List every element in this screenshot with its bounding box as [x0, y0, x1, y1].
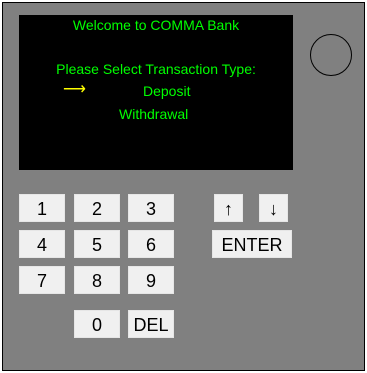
enter-button[interactable]: ENTER: [212, 230, 292, 258]
option-withdrawal: Withdrawal: [119, 106, 189, 122]
atm-panel: Welcome to COMMA Bank Please Select Tran…: [2, 2, 365, 371]
down-arrow-button[interactable]: ↓: [259, 194, 288, 222]
key-2[interactable]: 2: [74, 194, 120, 222]
card-slot: [310, 34, 352, 76]
atm-screen: Welcome to COMMA Bank Please Select Tran…: [19, 15, 293, 170]
prompt-text: Please Select Transaction Type:: [56, 61, 256, 77]
key-1[interactable]: 1: [19, 194, 65, 222]
key-5[interactable]: 5: [74, 230, 120, 258]
key-7[interactable]: 7: [19, 266, 65, 294]
option-deposit: Deposit: [143, 83, 191, 99]
key-0[interactable]: 0: [74, 310, 120, 338]
key-9[interactable]: 9: [128, 266, 174, 294]
del-button[interactable]: DEL: [128, 310, 174, 338]
key-6[interactable]: 6: [128, 230, 174, 258]
key-8[interactable]: 8: [74, 266, 120, 294]
up-arrow-button[interactable]: ↑: [214, 194, 243, 222]
selector-arrow-icon: ⟶: [63, 81, 86, 98]
key-4[interactable]: 4: [19, 230, 65, 258]
key-3[interactable]: 3: [128, 194, 174, 222]
welcome-text: Welcome to COMMA Bank: [72, 17, 240, 33]
